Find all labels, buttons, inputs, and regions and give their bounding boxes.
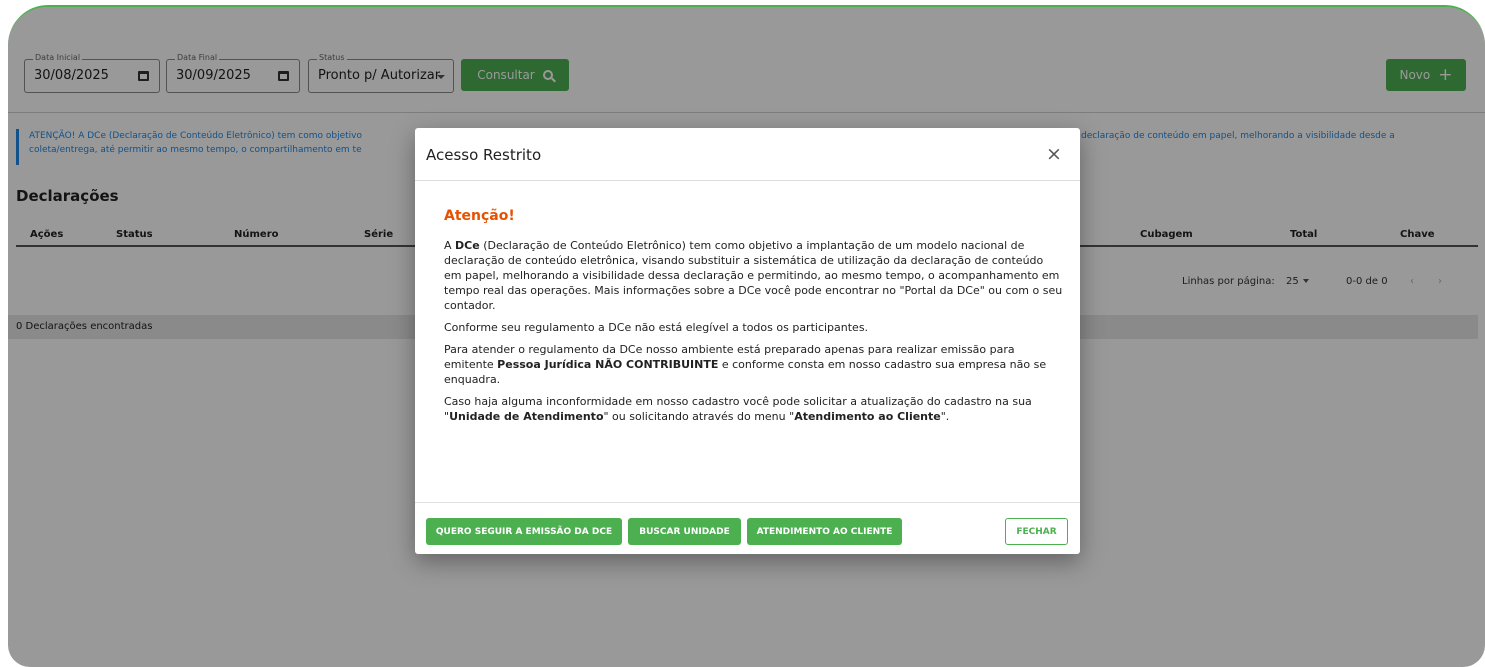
dialog-header: Acesso Restrito × <box>415 128 1080 181</box>
dialog-text: A DCe (Declaração de Conteúdo Eletrônico… <box>444 238 1064 431</box>
close-button[interactable]: FECHAR <box>1005 518 1068 545</box>
paragraph-support: Caso haja alguma inconformidade em nosso… <box>444 394 1064 424</box>
text-bold: Atendimento ao Cliente <box>794 410 941 423</box>
continue-emission-button[interactable]: QUERO SEGUIR A EMISSÃO DA DCE <box>426 518 622 545</box>
paragraph-intro: A DCe (Declaração de Conteúdo Eletrônico… <box>444 238 1064 313</box>
paragraph-eligibility: Conforme seu regulamento a DCe não está … <box>444 321 869 334</box>
dialog-title: Acesso Restrito <box>426 146 542 164</box>
find-unit-button[interactable]: BUSCAR UNIDADE <box>628 518 741 545</box>
dialog-body: Atenção! A DCe (Declaração de Conteúdo E… <box>415 182 1080 502</box>
text-bold: DCe <box>455 239 480 252</box>
attention-heading: Atenção! <box>444 208 515 224</box>
text-bold: Pessoa Jurídica NÃO CONTRIBUINTE <box>497 358 719 371</box>
text: ". <box>940 410 950 423</box>
app-frame: Data Inicial 30/08/2025 Data Final 30/09… <box>8 5 1485 667</box>
close-icon[interactable]: × <box>1046 145 1062 164</box>
text: A <box>444 239 456 252</box>
dialog-footer: QUERO SEGUIR A EMISSÃO DA DCE BUSCAR UNI… <box>415 502 1080 554</box>
paragraph-regulation: Para atender o regulamento da DCe nosso … <box>444 342 1064 387</box>
customer-support-button[interactable]: ATENDIMENTO AO CLIENTE <box>747 518 902 545</box>
text: (Declaração de Conteúdo Eletrônico) tem … <box>444 239 1063 312</box>
text-bold: Unidade de Atendimento <box>449 410 604 423</box>
restricted-access-dialog: Acesso Restrito × Atenção! A DCe (Declar… <box>415 128 1080 554</box>
text: " ou solicitando através do menu " <box>603 410 795 423</box>
